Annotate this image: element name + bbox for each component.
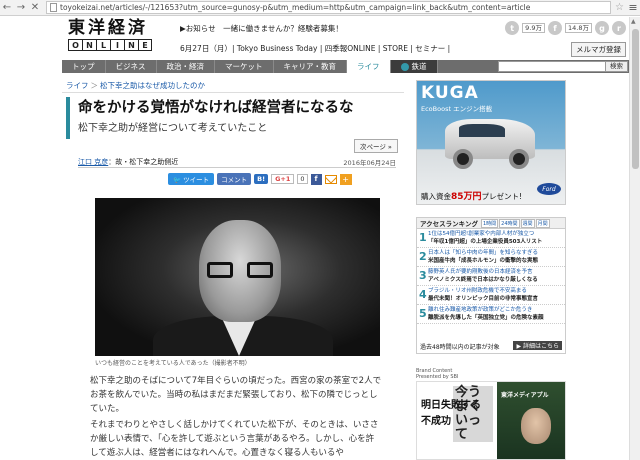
ranking-title: アクセスランキング bbox=[420, 220, 478, 228]
divider bbox=[62, 92, 404, 93]
social-buttons: t 9.9万 f 14.8万 g r bbox=[505, 21, 626, 35]
article-date: 2016年06月24日 bbox=[343, 159, 396, 167]
googleplus-count: 0 bbox=[297, 174, 308, 184]
hatena-bookmark-button[interactable]: B! bbox=[254, 174, 269, 184]
photo-caption: いつも経営のことを考えている人であった（撮影者不明） bbox=[95, 360, 251, 367]
ranking-item[interactable]: 2 日本人は「知ら中肉の年間」を知らなすぎる 米国産牛肉「成長ホルモン」の衝撃的な… bbox=[417, 248, 565, 267]
article-title: 命をかける覚悟がなければ経営者になるな bbox=[78, 100, 354, 116]
bc-text-b: 明日失敗する bbox=[421, 400, 481, 411]
comment-button[interactable]: コメント bbox=[217, 173, 252, 185]
ranking-item[interactable]: 1 1位は54億円超!創業家や内部人材が独立つ 「年収1億円超」の上場企業役員50… bbox=[417, 229, 565, 248]
car-wheel bbox=[453, 149, 473, 169]
twitter-icon[interactable]: t bbox=[505, 21, 520, 35]
article-title-block: 命をかける覚悟がなければ経営者になるな 松下幸之助が経営について考えていたこと bbox=[66, 97, 404, 139]
ranking-item[interactable]: 4 ブラジル・リオ州財政危機で不安高まる 最代未聞！オリンピック目前の非常事態宣言 bbox=[417, 286, 565, 305]
close-icon[interactable]: ✕ bbox=[28, 1, 42, 15]
ranking-footer: 過去48時間以内の記事が対象 ▶ 詳細はこちら bbox=[417, 340, 565, 352]
bookmark-star-icon[interactable]: ☆ bbox=[615, 2, 624, 13]
nav-item-top[interactable]: トップ bbox=[62, 60, 106, 73]
nav-item-market[interactable]: マーケット bbox=[215, 60, 274, 73]
rss-icon[interactable]: r bbox=[612, 21, 626, 35]
facebook-share-button[interactable]: f bbox=[310, 173, 322, 185]
mail-share-icon[interactable] bbox=[324, 174, 337, 184]
tweet-button[interactable]: 🐦 ツイート bbox=[168, 173, 215, 185]
share-plus-icon[interactable]: + bbox=[339, 173, 352, 185]
ad-title: KUGA bbox=[421, 83, 479, 103]
header-date: 6月27日（月） bbox=[180, 44, 232, 53]
breadcrumb-separator: ＞ bbox=[90, 81, 99, 90]
ranking-item[interactable]: 3 藤野英人氏が要約剛敗後の日本経済を予言 アベノミクス終焉で日本はかなり厳しくな… bbox=[417, 267, 565, 286]
bc-face bbox=[521, 408, 551, 444]
scroll-up-icon[interactable]: ▲ bbox=[631, 18, 636, 25]
browser-menu-icon[interactable]: ≡ bbox=[626, 1, 640, 14]
breadcrumb-item-life[interactable]: ライフ bbox=[66, 81, 89, 90]
back-icon[interactable]: ← bbox=[0, 1, 14, 15]
header-promo-link[interactable]: ▶お知らせ 一緒に働きませんか？経験者募集！ bbox=[180, 23, 343, 34]
article-paragraph: それまでわりとやさしく話しかけてくれていた松下が、そのときは、いささか厳しい表情… bbox=[90, 420, 379, 458]
ranking-more-button[interactable]: ▶ 詳細はこちら bbox=[513, 341, 562, 350]
nav-item-life[interactable]: ライフ bbox=[347, 60, 391, 73]
googleplus-icon[interactable]: g bbox=[595, 21, 609, 35]
ford-logo: Ford bbox=[537, 183, 561, 195]
access-ranking: アクセスランキング 1時間 24時間 週間 月間 1 1位は54億円超!創業家や… bbox=[416, 217, 566, 354]
next-page-button[interactable]: 次ページ » bbox=[354, 139, 398, 153]
breadcrumb-item-series[interactable]: 松下幸之助はなぜ成功したのか bbox=[100, 81, 205, 90]
bc-text-c: 不成功 bbox=[421, 416, 451, 427]
ad-offer: 購入資金85万円プレゼント! bbox=[421, 192, 523, 202]
nav-item-politics[interactable]: 政治・経済 bbox=[157, 60, 215, 73]
search-input[interactable]: 検索 bbox=[498, 61, 628, 72]
facebook-count: 14.8万 bbox=[565, 23, 592, 33]
train-icon bbox=[400, 62, 409, 71]
breadcrumb: ライフ＞松下幸之助はなぜ成功したのか bbox=[66, 80, 205, 91]
sidebar-ad-banner[interactable]: KUGA EcoBoost エンジン搭載 購入資金85万円プレゼント! Ford bbox=[416, 80, 566, 205]
author-role: ：故・松下幸之助側近 bbox=[108, 158, 179, 166]
nav-item-rail[interactable]: 鉄道 bbox=[390, 60, 438, 73]
ranking-header: アクセスランキング 1時間 24時間 週間 月間 bbox=[417, 218, 565, 229]
share-bar: 🐦 ツイート コメント B! G+1 0 f + bbox=[168, 173, 352, 185]
logo-main: 東洋経済 bbox=[68, 18, 148, 38]
newsletter-button[interactable]: メルマガ登録 bbox=[571, 42, 626, 57]
nav-item-career[interactable]: キャリア・教育 bbox=[274, 60, 347, 73]
bc-photo: 東洋メディアプル bbox=[497, 382, 565, 459]
nav-item-business[interactable]: ビジネス bbox=[106, 60, 157, 73]
googleplus-button[interactable]: G+1 bbox=[271, 174, 295, 184]
page-scrollbar[interactable]: ▲ bbox=[629, 17, 640, 460]
brand-content-banner[interactable]: 今うまくいって 明日失敗する 不成功 東洋メディアプル bbox=[416, 381, 566, 460]
site-logo[interactable]: 東洋経済 O N L I N E bbox=[68, 19, 164, 55]
ranking-tab-1h[interactable]: 1時間 bbox=[480, 218, 499, 228]
scroll-thumb[interactable] bbox=[632, 29, 639, 169]
url-text: toyokeizai.net/articles/-/121653?utm_sou… bbox=[60, 3, 531, 12]
header-links[interactable]: | Tokyo Business Today | 四季報ONLINE | STO… bbox=[232, 43, 450, 54]
forward-icon[interactable]: → bbox=[14, 1, 28, 15]
article-photo bbox=[95, 198, 380, 356]
site-header: 東洋経済 O N L I N E ▶お知らせ 一緒に働きませんか？経験者募集！ … bbox=[62, 17, 630, 57]
browser-toolbar: ← → ✕ toyokeizai.net/articles/-/121653?u… bbox=[0, 0, 640, 16]
ranking-tab-week[interactable]: 週間 bbox=[520, 218, 535, 228]
photo-glasses bbox=[207, 262, 273, 280]
logo-online: O N L I N E bbox=[68, 39, 164, 51]
ranking-tab-24h[interactable]: 24時間 bbox=[499, 218, 520, 228]
address-bar[interactable]: toyokeizai.net/articles/-/121653?utm_sou… bbox=[46, 1, 612, 14]
page-icon bbox=[50, 3, 57, 12]
divider bbox=[78, 167, 396, 168]
car-wheel bbox=[509, 149, 529, 169]
ad-subtitle: EcoBoost エンジン搭載 bbox=[421, 105, 493, 113]
ranking-note: 過去48時間以内の記事が対象 bbox=[420, 343, 500, 351]
brand-content-label: Brand Content Presented by SBI bbox=[416, 368, 459, 380]
main-nav: トップ ビジネス 政治・経済 マーケット キャリア・教育 ライフ 鉄道 検索 bbox=[62, 60, 630, 73]
author-row: 江口 克彦：故・松下幸之助側近 2016年06月24日 bbox=[78, 157, 396, 167]
bc-text-a: 今うまくいって bbox=[453, 386, 493, 442]
twitter-count: 9.9万 bbox=[522, 23, 546, 33]
article-subtitle: 松下幸之助が経営について考えていたこと bbox=[78, 123, 268, 134]
author-link[interactable]: 江口 克彦 bbox=[78, 158, 108, 166]
article-paragraph: 松下幸之助のそばについて7年目ぐらいの頃だった。西宮の家の茶室で2人でお茶を飲ん… bbox=[90, 376, 382, 414]
facebook-icon[interactable]: f bbox=[548, 21, 563, 35]
ranking-tab-month[interactable]: 月間 bbox=[535, 218, 550, 228]
ranking-item[interactable]: 5 離れ住み難産地政策が政策がどこか危うき 離脱派を先導した「英国独立党」の危険な… bbox=[417, 305, 565, 324]
search-button[interactable]: 検索 bbox=[605, 62, 627, 71]
bc-magazine-title: 東洋メディアプル bbox=[501, 392, 549, 399]
